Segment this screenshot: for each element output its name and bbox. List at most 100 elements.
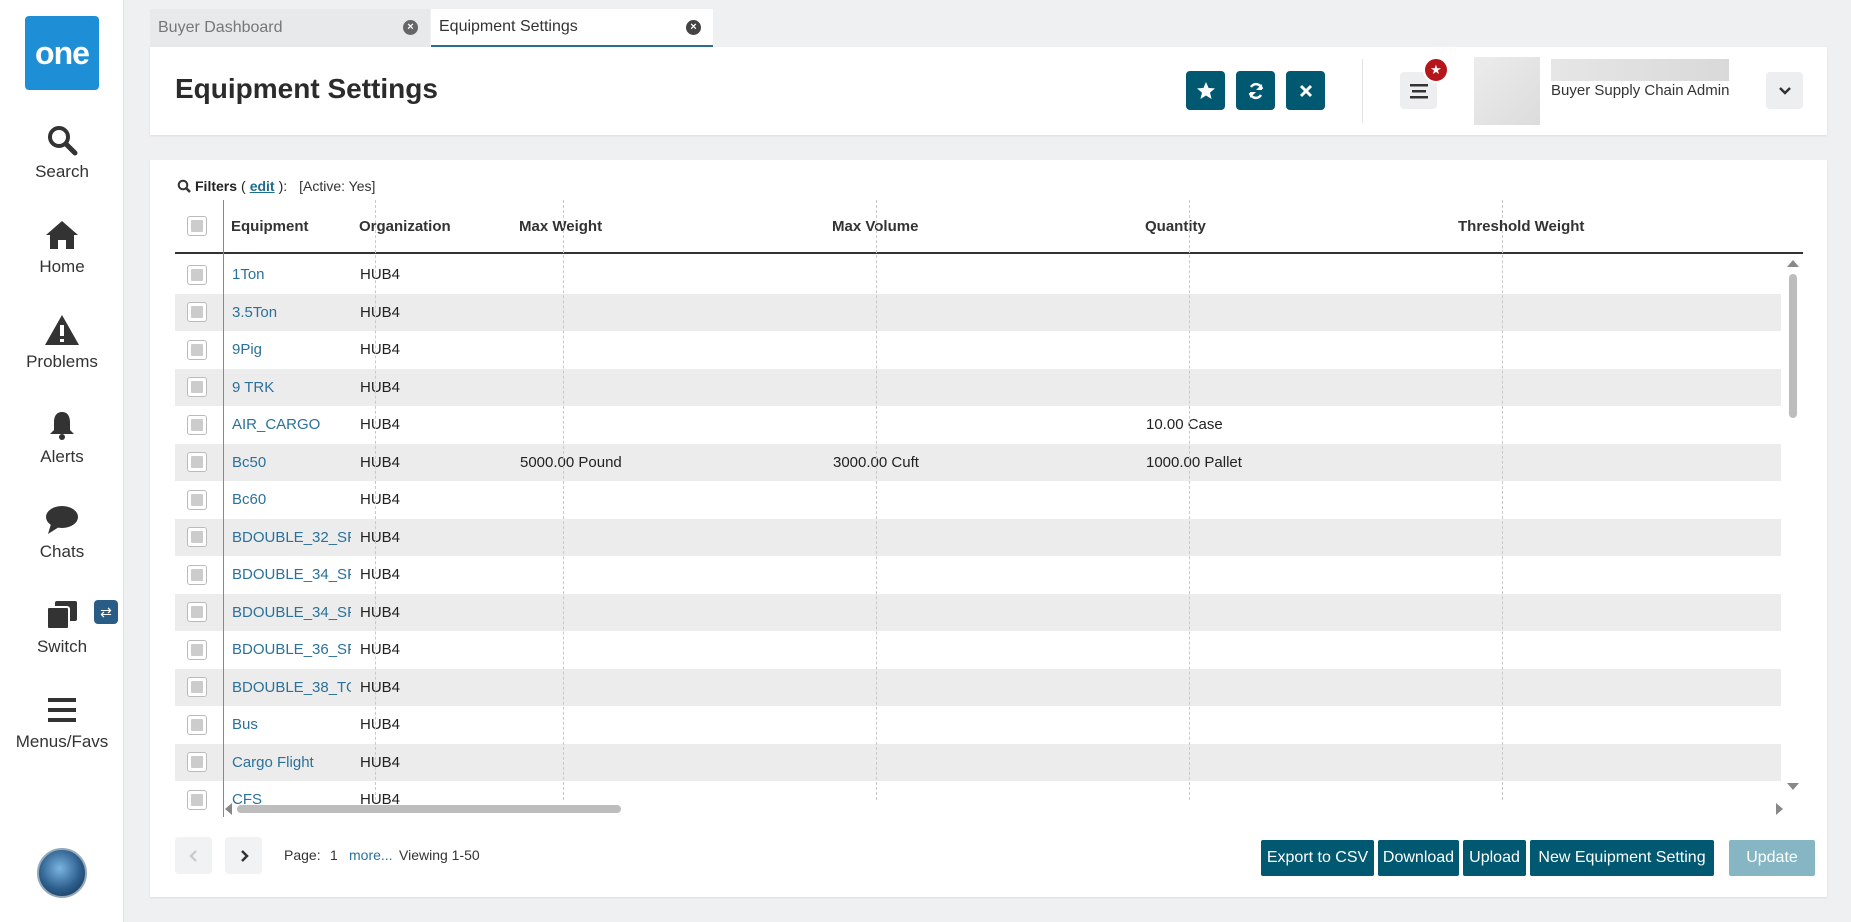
cell-quantity [1137, 294, 1450, 332]
scroll-left-arrow-icon[interactable] [225, 803, 232, 815]
new-equipment-setting-button[interactable]: New Equipment Setting [1530, 840, 1714, 876]
table-row[interactable]: Bc60 HUB4 [175, 481, 1781, 519]
select-all-checkbox[interactable] [187, 216, 207, 236]
row-checkbox[interactable] [187, 789, 207, 810]
scroll-down-arrow-icon[interactable] [1787, 783, 1799, 790]
horizontal-scrollbar[interactable] [225, 801, 1785, 815]
sidebar-item-label: Chats [39, 542, 85, 561]
cell-equipment[interactable]: BDOUBLE_32_SP [223, 519, 351, 557]
close-icon[interactable]: × [403, 20, 418, 35]
table-row[interactable]: AIR_CARGO HUB4 10.00 Case [175, 406, 1781, 444]
sidebar-item-problems[interactable]: Problems [0, 314, 124, 372]
row-checkbox[interactable] [187, 377, 207, 398]
cell-equipment[interactable]: 9 TRK [223, 369, 351, 407]
row-checkbox[interactable] [187, 264, 207, 285]
row-checkbox[interactable] [187, 602, 207, 623]
scroll-up-arrow-icon[interactable] [1787, 260, 1799, 267]
scroll-thumb[interactable] [237, 805, 621, 813]
row-checkbox[interactable] [187, 452, 207, 473]
cell-equipment[interactable]: Bus [223, 706, 351, 744]
table-row[interactable]: 1Ton HUB4 [175, 256, 1781, 294]
table-row[interactable]: Cargo Flight HUB4 [175, 743, 1781, 782]
column-header-equipment[interactable]: Equipment [223, 200, 351, 252]
cell-equipment[interactable]: AIR_CARGO [223, 406, 351, 444]
favorite-button[interactable] [1186, 71, 1225, 110]
scroll-thumb[interactable] [1789, 274, 1797, 418]
sidebar-item-chats[interactable]: Chats [0, 504, 124, 562]
row-checkbox[interactable] [187, 414, 207, 435]
cell-equipment[interactable]: BDOUBLE_36_SP [223, 631, 351, 669]
table-row[interactable]: BDOUBLE_32_SP HUB4 [175, 518, 1781, 557]
table-row[interactable]: Bc50 HUB4 5000.00 Pound 3000.00 Cuft 1000.00… [175, 443, 1781, 482]
column-header-threshold-weight[interactable]: Threshold Weight [1450, 200, 1763, 252]
column-header-quantity[interactable]: Quantity [1137, 200, 1450, 252]
tab-equipment-settings[interactable]: Equipment Settings × [431, 9, 713, 47]
column-divider [1189, 200, 1190, 800]
app-logo[interactable]: one [25, 16, 99, 90]
sidebar-item-home[interactable]: Home [0, 219, 124, 277]
column-header-max-weight[interactable]: Max Weight [511, 200, 824, 252]
table-row[interactable]: 3.5Ton HUB4 [175, 293, 1781, 332]
cell-max-volume [824, 669, 1137, 707]
scroll-right-arrow-icon[interactable] [1776, 803, 1783, 815]
row-checkbox[interactable] [187, 302, 207, 323]
cell-equipment[interactable]: Bc60 [223, 481, 351, 519]
row-checkbox[interactable] [187, 527, 207, 548]
table-row[interactable]: BDOUBLE_36_SP HUB4 [175, 631, 1781, 669]
tab-buyer-dashboard[interactable]: Buyer Dashboard × [150, 9, 430, 47]
refresh-button[interactable] [1236, 71, 1275, 110]
row-checkbox[interactable] [187, 339, 207, 360]
row-checkbox[interactable] [187, 677, 207, 698]
table-row[interactable]: BDOUBLE_38_TON...HUB4 [175, 668, 1781, 707]
edit-filters-link[interactable]: edit [250, 178, 275, 194]
next-page-button[interactable] [225, 837, 262, 874]
page-label: Page: [284, 847, 321, 863]
row-checkbox-cell [187, 369, 207, 407]
cell-max-weight [511, 406, 824, 444]
close-icon[interactable]: × [686, 20, 701, 35]
cell-quantity [1137, 369, 1450, 407]
divider [1362, 59, 1363, 123]
table-row[interactable]: Bus HUB4 [175, 706, 1781, 744]
table-row[interactable]: BDOUBLE_34_SP_R...HUB4 [175, 593, 1781, 632]
row-checkbox[interactable] [187, 639, 207, 660]
more-pages-link[interactable]: more... [349, 847, 393, 863]
swap-icon[interactable]: ⇄ [94, 600, 118, 624]
row-checkbox[interactable] [187, 752, 207, 773]
sidebar-item-alerts[interactable]: Alerts [0, 409, 124, 467]
cell-equipment[interactable]: 1Ton [223, 256, 351, 294]
favorites-badge-star-icon[interactable]: ★ [1423, 57, 1449, 83]
user-menu-dropdown[interactable] [1766, 72, 1803, 109]
upload-button[interactable]: Upload [1463, 840, 1526, 876]
row-checkbox[interactable] [187, 489, 207, 510]
update-button[interactable]: Update [1729, 840, 1815, 876]
cell-max-weight [511, 331, 824, 369]
export-csv-button[interactable]: Export to CSV [1261, 840, 1374, 876]
cell-equipment[interactable]: BDOUBLE_38_TON... [223, 669, 351, 707]
close-page-button[interactable] [1286, 71, 1325, 110]
table-row[interactable]: 9Pig HUB4 [175, 331, 1781, 369]
sidebar-item-label: Switch [36, 637, 88, 656]
cell-threshold-weight [1450, 256, 1763, 294]
vertical-scrollbar[interactable] [1786, 258, 1799, 790]
table-row[interactable]: 9 TRK HUB4 [175, 368, 1781, 407]
column-divider [223, 200, 224, 817]
chat-icon [46, 506, 78, 534]
table-row[interactable]: BDOUBLE_34_SP HUB4 [175, 556, 1781, 594]
cell-threshold-weight [1450, 406, 1763, 444]
sidebar-item-menus-favs[interactable]: Menus/Favs [0, 694, 124, 752]
cell-equipment[interactable]: 9Pig [223, 331, 351, 369]
row-checkbox[interactable] [187, 564, 207, 585]
cell-equipment[interactable]: Cargo Flight [223, 744, 351, 782]
user-avatar[interactable] [37, 848, 87, 898]
download-button[interactable]: Download [1378, 840, 1459, 876]
warning-icon [45, 315, 79, 345]
row-checkbox[interactable] [187, 714, 207, 735]
cell-equipment[interactable]: 3.5Ton [223, 294, 351, 332]
column-header-max-volume[interactable]: Max Volume [824, 200, 1137, 252]
cell-equipment[interactable]: BDOUBLE_34_SP [223, 556, 351, 594]
cell-equipment[interactable]: BDOUBLE_34_SP_R... [223, 594, 351, 632]
previous-page-button[interactable] [175, 837, 212, 874]
cell-equipment[interactable]: Bc50 [223, 444, 351, 482]
sidebar-item-search[interactable]: Search [0, 124, 124, 182]
